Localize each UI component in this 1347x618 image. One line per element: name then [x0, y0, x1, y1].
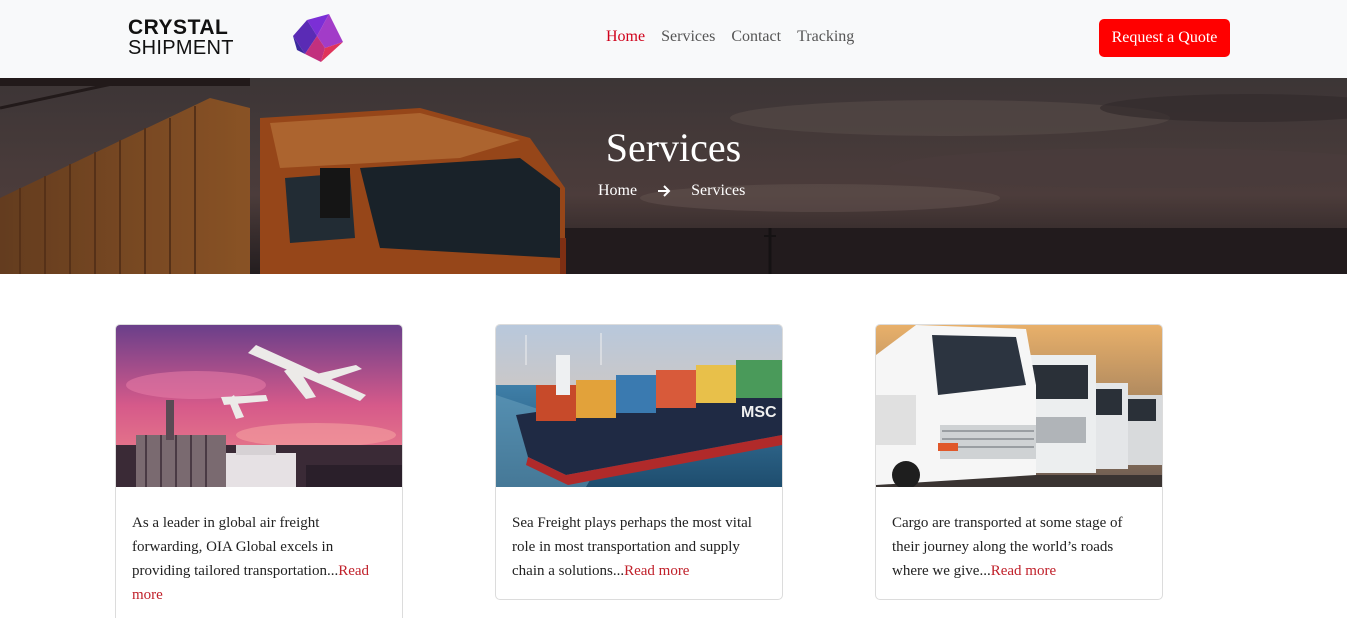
service-card-air-freight: As a leader in global air freight forwar… [115, 324, 403, 618]
hero-banner: Services Home Services [0, 78, 1347, 274]
arrow-right-icon [658, 185, 671, 197]
breadcrumb-home-link[interactable]: Home [598, 182, 637, 200]
request-quote-button[interactable]: Request a Quote [1099, 19, 1230, 57]
nav-home[interactable]: Home [606, 28, 645, 46]
breadcrumb-current: Services [691, 182, 746, 199]
purple-geometric-logo-icon [293, 14, 343, 62]
page-title: Services [605, 125, 742, 170]
hero-truck-background-image [0, 78, 1347, 274]
card-description: Cargo are transported at some stage of t… [876, 487, 1162, 595]
read-more-link[interactable]: Read more [624, 563, 689, 579]
svg-text:MSC: MSC [741, 404, 777, 421]
card-description: As a leader in global air freight forwar… [116, 487, 402, 618]
nav-tracking[interactable]: Tracking [797, 28, 854, 46]
nav-contact[interactable]: Contact [731, 28, 781, 46]
navbar: CRYSTAL SHIPMENT Home Services Contact T… [0, 0, 1347, 78]
breadcrumb: Home Services [598, 182, 745, 200]
service-card-road-freight: Cargo are transported at some stage of t… [875, 324, 1163, 600]
container-ship-image: MSC [496, 325, 782, 487]
brand-logo[interactable]: CRYSTAL SHIPMENT [128, 14, 348, 66]
brand-name-line2: SHIPMENT [128, 37, 234, 59]
air-freight-plane-image [116, 325, 402, 487]
card-description: Sea Freight plays perhaps the most vital… [496, 487, 782, 595]
card-text: As a leader in global air freight forwar… [132, 515, 339, 579]
read-more-link[interactable]: Read more [991, 563, 1056, 579]
nav-services[interactable]: Services [661, 28, 715, 46]
trucks-image [876, 325, 1162, 487]
main-nav: Home Services Contact Tracking [606, 28, 854, 46]
brand-name: CRYSTAL SHIPMENT [128, 16, 234, 59]
service-card-sea-freight: MSC Sea Freight plays perhaps the most v… [495, 324, 783, 600]
brand-name-line1: CRYSTAL [128, 16, 229, 39]
